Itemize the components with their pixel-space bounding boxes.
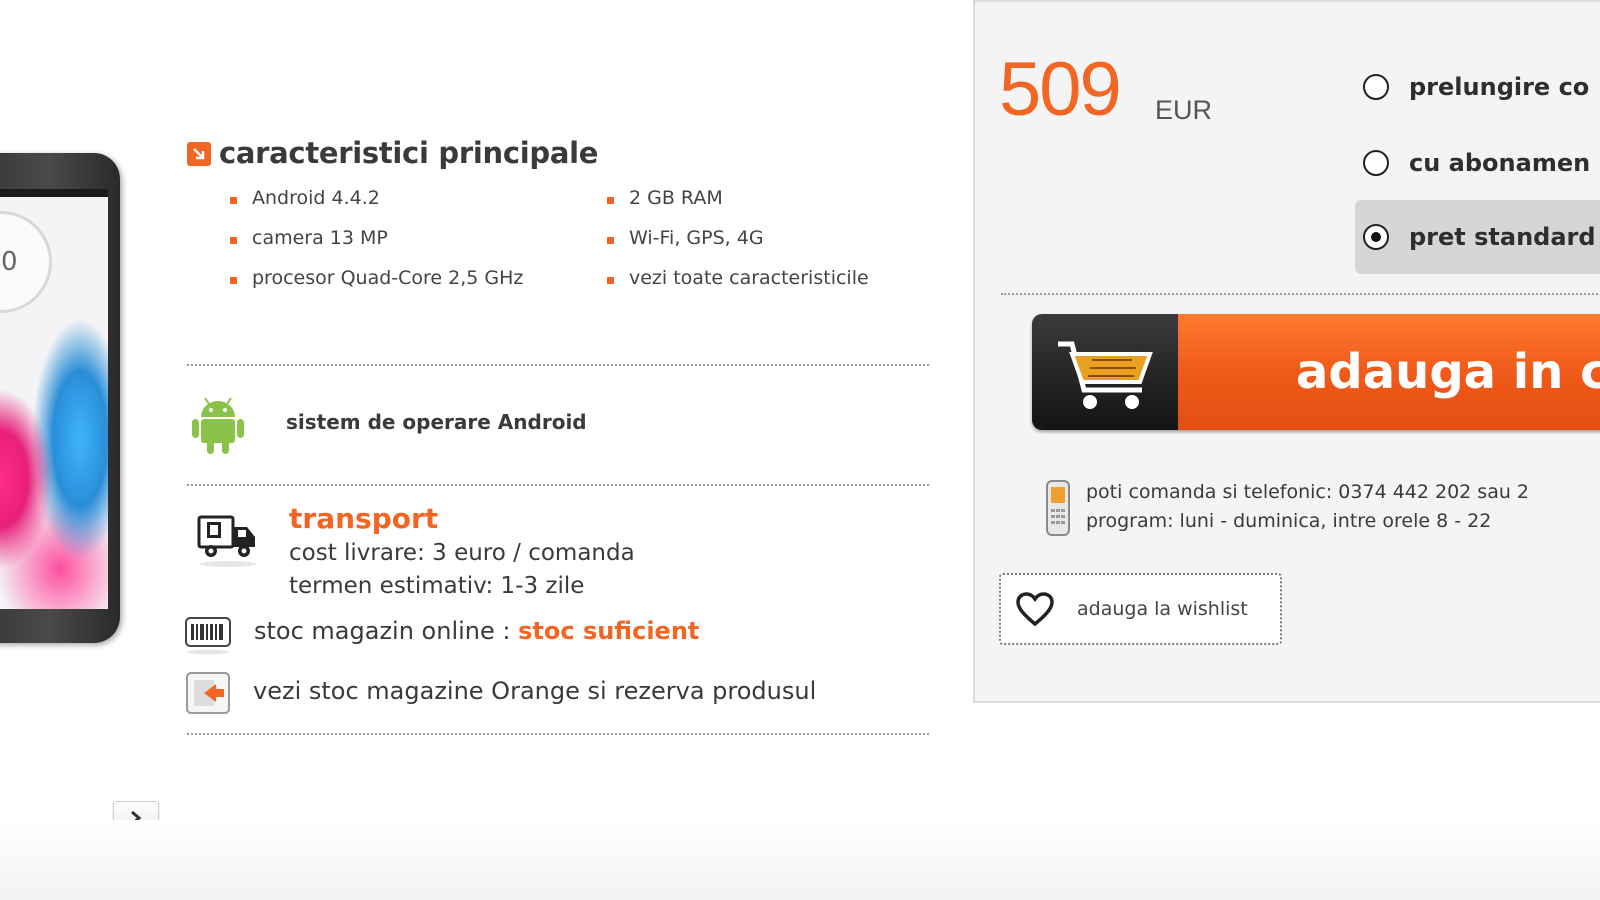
- feature-item: Wi-Fi, GPS, 4G: [607, 227, 764, 249]
- android-icon: [192, 397, 244, 454]
- truck-icon: [197, 515, 256, 567]
- divider: [1001, 293, 1600, 295]
- mobile-phone-icon: [1046, 480, 1070, 536]
- divider: [187, 733, 929, 735]
- feature-item: procesor Quad-Core 2,5 GHz: [230, 267, 523, 289]
- feature-item-label: 2 GB RAM: [629, 187, 723, 209]
- phone-clock: 00: [0, 211, 52, 313]
- cart-icon: [1058, 341, 1153, 409]
- add-to-cart-button[interactable]: adauga in c: [1032, 314, 1600, 430]
- wishlist-label: adauga la wishlist: [1077, 598, 1248, 620]
- phone-order-schedule: program: luni - duminica, intre orele 8 …: [1086, 510, 1492, 532]
- phone-status-bar: [0, 189, 108, 197]
- phone-clock-text: 00: [0, 247, 18, 277]
- all-features-link[interactable]: vezi toate caracteristicile: [607, 267, 869, 289]
- all-features-link-label[interactable]: vezi toate caracteristicile: [607, 267, 869, 289]
- store-icon[interactable]: [186, 672, 230, 714]
- phone-order-info: poti comanda si telefonic: 0374 442 202 …: [1086, 481, 1530, 503]
- os-label: sistem de operare Android: [286, 410, 587, 434]
- stock-status: stoc suficient: [518, 617, 700, 645]
- add-to-wishlist-button[interactable]: adauga la wishlist: [999, 573, 1282, 645]
- feature-item: camera 13 MP: [230, 227, 388, 249]
- delivery-cost: cost livrare: 3 euro / comanda: [289, 540, 635, 566]
- heart-icon: [1016, 592, 1054, 627]
- divider: [187, 364, 929, 366]
- transport-title: transport: [289, 502, 439, 535]
- option-label: pret standard: [1409, 223, 1596, 251]
- price-panel: 509 EUR prelungire co cu abonamen pret s…: [973, 0, 1600, 703]
- add-to-cart-label: adauga in c: [1296, 344, 1600, 400]
- store-stock-link[interactable]: vezi stoc magazine Orange si rezerva pro…: [253, 677, 816, 705]
- radio-button-checked[interactable]: [1363, 224, 1389, 250]
- option-pret-standard[interactable]: pret standard: [1355, 200, 1600, 274]
- feature-item-label: Wi-Fi, GPS, 4G: [629, 227, 764, 249]
- feature-item-label: procesor Quad-Core 2,5 GHz: [252, 267, 524, 289]
- cart-label-area: adauga in c: [1178, 314, 1600, 430]
- feature-item-label: camera 13 MP: [252, 227, 388, 249]
- phone-screen: 00: [0, 189, 108, 609]
- divider: [187, 484, 929, 486]
- price-currency: EUR: [1155, 95, 1213, 125]
- online-stock-label: stoc magazin online :: [254, 617, 519, 645]
- product-image[interactable]: 00: [0, 153, 120, 643]
- page-footer-fade: [0, 820, 1600, 900]
- radio-button[interactable]: [1363, 150, 1389, 176]
- arrow-down-right-icon: [187, 142, 211, 166]
- feature-item-label: Android 4.4.2: [252, 187, 380, 209]
- feature-item: 2 GB RAM: [607, 187, 723, 209]
- option-abonament[interactable]: cu abonamen: [1355, 126, 1600, 200]
- option-label: prelungire co: [1409, 73, 1590, 101]
- features-title: caracteristici principale: [219, 136, 599, 170]
- price-amount: 509: [999, 47, 1122, 132]
- option-label: cu abonamen: [1409, 149, 1591, 177]
- online-stock: stoc magazin online : stoc suficient: [254, 617, 699, 645]
- cart-icon-area: [1032, 314, 1178, 430]
- radio-button[interactable]: [1363, 74, 1389, 100]
- option-prelungire[interactable]: prelungire co: [1355, 50, 1600, 124]
- feature-item: Android 4.4.2: [230, 187, 380, 209]
- barcode-icon: [185, 617, 231, 655]
- delivery-term: termen estimativ: 1-3 zile: [289, 573, 585, 599]
